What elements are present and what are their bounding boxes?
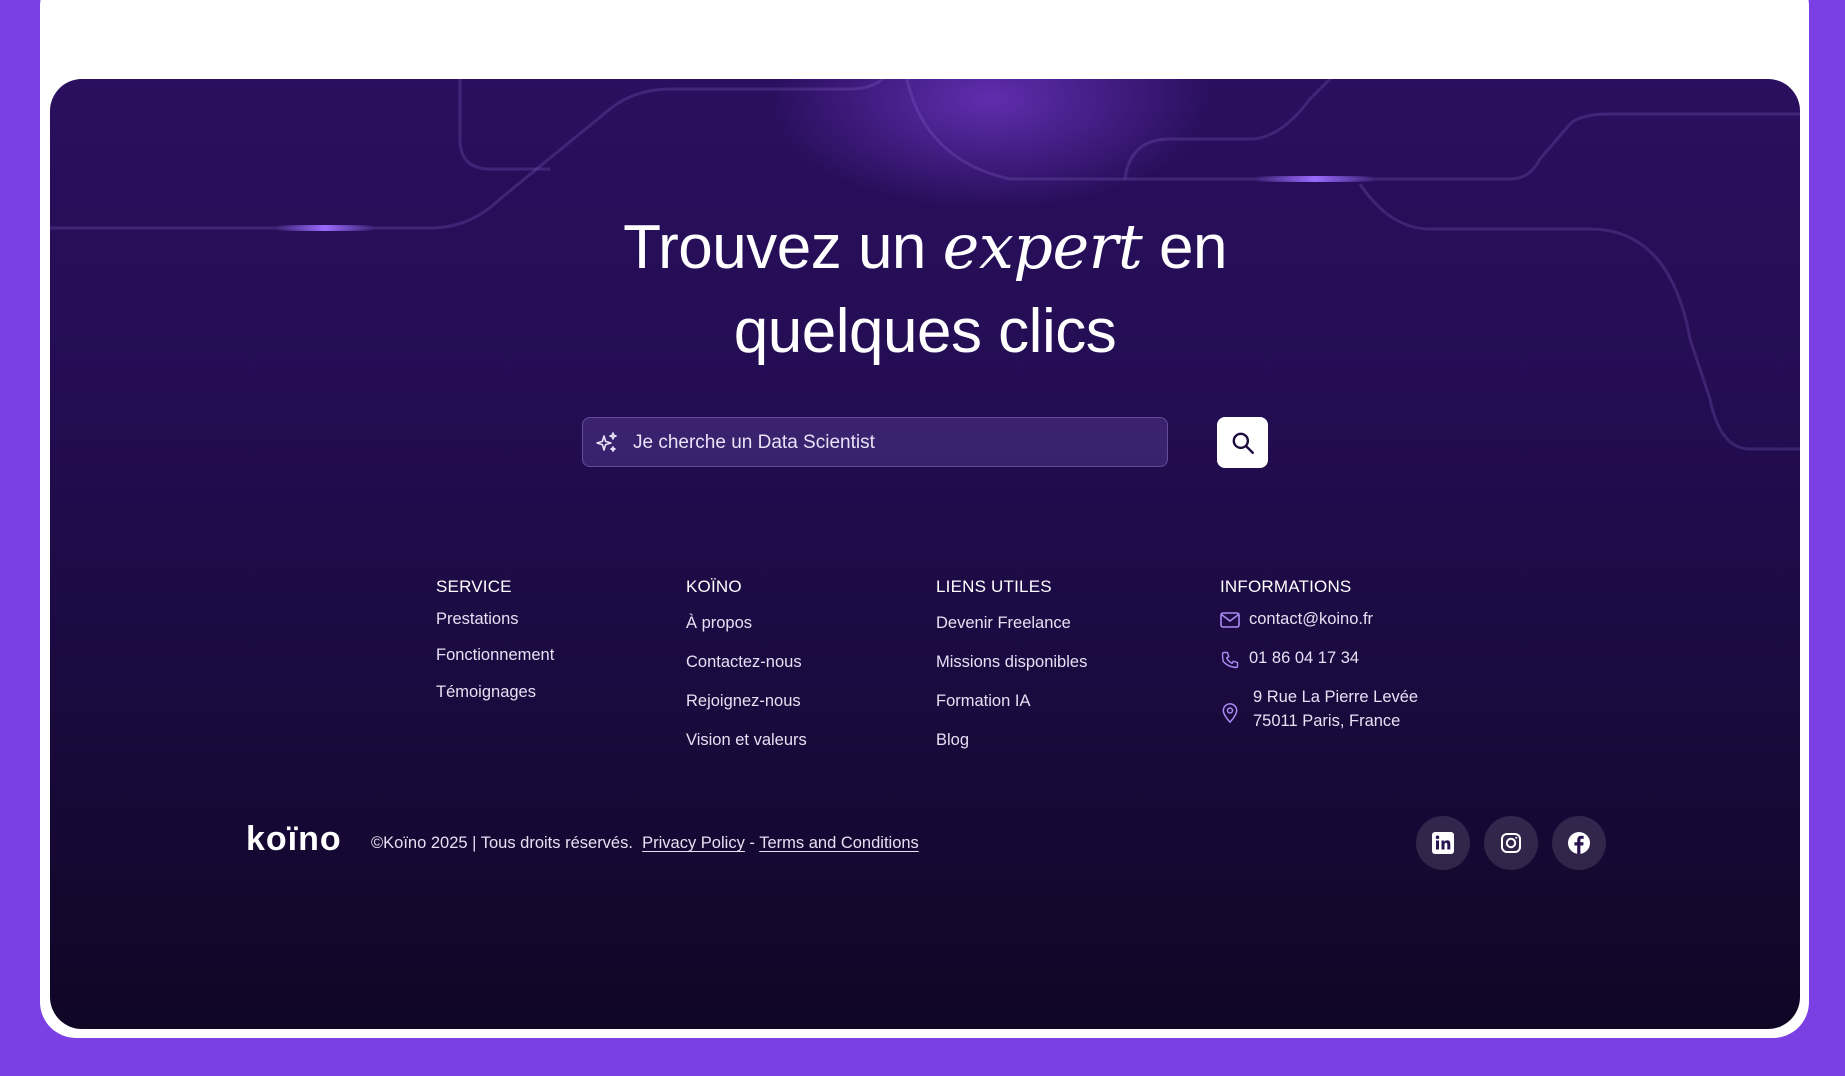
link-rejoignez-nous[interactable]: Rejoignez-nous bbox=[686, 692, 801, 711]
footer-panel: Trouvez un expert en quelques clics SERV… bbox=[50, 79, 1800, 1029]
informations-column: INFORMATIONS contact@koino.fr 01 86 04 1… bbox=[1220, 577, 1418, 730]
address-line1: 9 Rue La Pierre Levée bbox=[1253, 688, 1419, 706]
copyright-text: ©Koïno 2025 | Tous droits réservés. bbox=[371, 834, 633, 852]
instagram-icon bbox=[1501, 833, 1521, 853]
hero-title-line1-end: en bbox=[1142, 213, 1227, 282]
hero-title-line2: quelques clics bbox=[733, 297, 1117, 366]
link-vision-valeurs[interactable]: Vision et valeurs bbox=[686, 731, 807, 750]
facebook-icon bbox=[1568, 832, 1590, 854]
address-line2: 75011 Paris, France bbox=[1253, 712, 1401, 730]
mail-icon bbox=[1220, 612, 1240, 628]
link-formation-ia[interactable]: Formation IA bbox=[936, 692, 1030, 711]
search-input[interactable] bbox=[631, 418, 1155, 468]
link-fonctionnement[interactable]: Fonctionnement bbox=[436, 646, 554, 665]
koino-column-title: KOÏNO bbox=[686, 577, 742, 596]
search-box[interactable] bbox=[582, 417, 1168, 468]
terms-link[interactable]: Terms and Conditions bbox=[759, 834, 919, 852]
informations-column-title: INFORMATIONS bbox=[1220, 577, 1352, 596]
logo-text: koïno bbox=[246, 820, 342, 858]
link-blog[interactable]: Blog bbox=[936, 731, 969, 750]
location-pin-icon bbox=[1222, 703, 1238, 724]
link-temoignages[interactable]: Témoignages bbox=[436, 683, 536, 702]
search-icon bbox=[1232, 432, 1254, 454]
phone-icon bbox=[1221, 651, 1239, 669]
copyright-line: ©Koïno 2025 | Tous droits réservés. Priv… bbox=[371, 834, 919, 853]
link-missions-disponibles[interactable]: Missions disponibles bbox=[936, 653, 1087, 672]
contact-email[interactable]: contact@koino.fr bbox=[1249, 610, 1373, 629]
link-a-propos[interactable]: À propos bbox=[686, 614, 752, 633]
linkedin-button[interactable] bbox=[1416, 816, 1470, 870]
service-column-title: SERVICE bbox=[436, 577, 512, 596]
instagram-button[interactable] bbox=[1484, 816, 1538, 870]
liens-utiles-column: LIENS UTILES Devenir Freelance Missions … bbox=[936, 577, 1087, 749]
hero-title-italic: expert bbox=[942, 210, 1143, 283]
sparkle-icon bbox=[596, 432, 617, 452]
link-contactez-nous[interactable]: Contactez-nous bbox=[686, 653, 802, 672]
search-button[interactable] bbox=[1217, 417, 1268, 468]
link-separator: - bbox=[749, 834, 755, 852]
koino-column: KOÏNO À propos Contactez-nous Rejoignez-… bbox=[686, 577, 807, 749]
link-prestations[interactable]: Prestations bbox=[436, 610, 519, 629]
linkedin-icon bbox=[1432, 832, 1454, 854]
link-devenir-freelance[interactable]: Devenir Freelance bbox=[936, 614, 1071, 633]
service-column: SERVICE Prestations Fonctionnement Témoi… bbox=[436, 577, 554, 701]
contact-phone[interactable]: 01 86 04 17 34 bbox=[1249, 649, 1359, 668]
facebook-button[interactable] bbox=[1552, 816, 1606, 870]
hero-title-line1-start: Trouvez un bbox=[623, 213, 943, 282]
koino-logo[interactable]: koïno bbox=[246, 820, 342, 859]
privacy-policy-link[interactable]: Privacy Policy bbox=[642, 834, 745, 852]
circuit-glow bbox=[1255, 176, 1375, 182]
hero-title: Trouvez un expert en quelques clics bbox=[50, 205, 1800, 374]
liens-utiles-column-title: LIENS UTILES bbox=[936, 577, 1052, 596]
